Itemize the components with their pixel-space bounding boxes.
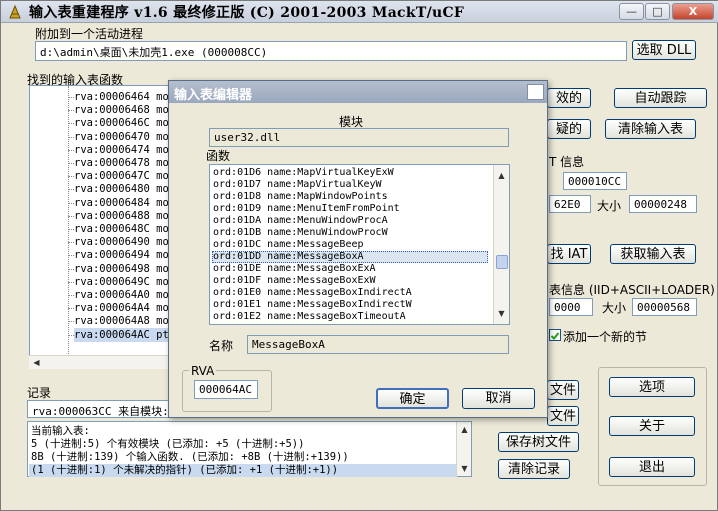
tree-row[interactable]: rva:00006464 mod [74, 90, 173, 104]
checkmark-icon [550, 332, 560, 340]
log-line: 当前输入表: [31, 425, 90, 437]
tree-row[interactable]: rva:000064AC ptr [74, 327, 173, 342]
show-valid-button[interactable]: 效的 [547, 88, 591, 108]
tree-row[interactable]: rva:00006484 mod [74, 196, 173, 210]
function-row[interactable]: ord:01DB name:MenuWindowProcW [213, 227, 388, 239]
dialog-title-bar[interactable]: 输入表编辑器 [169, 81, 547, 103]
auto-trace-button[interactable]: 自动跟踪 [614, 88, 707, 108]
process-combobox[interactable]: d:\admin\桌面\未加壳1.exe (000008CC) [35, 41, 627, 61]
load-tree-button[interactable]: 文件 [547, 380, 579, 400]
log-scrollbar[interactable]: ▲ ▼ [456, 422, 471, 476]
function-row[interactable]: ord:01D6 name:MapVirtualKeyExW [213, 167, 394, 179]
scroll-down-icon[interactable]: ▼ [457, 461, 472, 476]
tree-row[interactable]: rva:000064A4 mod [74, 301, 173, 315]
app-icon [9, 4, 21, 19]
title-bar[interactable]: 输入表重建程序 v1.6 最终修正版 (C) 2001-2003 MackT/u… [1, 1, 718, 23]
functions-scrollbar[interactable]: ▲ ▼ [493, 165, 509, 324]
maximize-button[interactable]: □ [645, 3, 670, 20]
add-section-checkbox[interactable] [549, 329, 561, 341]
tree-row[interactable]: rva:00006474 mod [74, 143, 173, 157]
save-tree-file-partial-button[interactable]: 文件 [547, 406, 579, 426]
tree-row[interactable]: rva:00006478 mod [74, 156, 173, 170]
function-row[interactable]: ord:01DF name:MessageBoxExW [213, 275, 376, 287]
iat-info-label: T 信息 [549, 155, 585, 169]
attach-process-label: 附加到一个活动进程 [35, 27, 144, 41]
iat-autosearch-button[interactable]: 找 IAT [547, 244, 591, 264]
function-row[interactable]: ord:01D8 name:MapWindowPoints [213, 191, 388, 203]
options-button[interactable]: 选项 [609, 377, 695, 397]
function-name-field[interactable]: MessageBoxA [247, 335, 509, 354]
new-import-size-field[interactable]: 00000568 [632, 298, 697, 316]
show-suspect-button[interactable]: 疑的 [547, 119, 591, 139]
scroll-up-icon[interactable]: ▲ [457, 422, 472, 437]
add-section-label: 添加一个新的节 [563, 330, 648, 344]
tree-row[interactable]: rva:000064A0 mod [74, 288, 173, 302]
log-line: (1 (十进制:1) 个未解决的指针) (已添加: +1 (十进制:+1)) [29, 464, 457, 477]
dialog-close-button[interactable] [527, 84, 544, 100]
log-line: 8B (十进制:139) 个输入函数. (已添加: +8B (十进制:+139)… [31, 451, 349, 463]
dialog-title: 输入表编辑器 [174, 88, 253, 103]
scroll-thumb[interactable] [496, 255, 508, 269]
new-import-size-label: 大小 [602, 301, 627, 315]
tree-row[interactable]: rva:000064A8 mod [74, 314, 173, 328]
module-field[interactable]: user32.dll [209, 128, 509, 147]
clear-log-button[interactable]: 清除记录 [498, 459, 570, 479]
functions-label: 函数 [206, 149, 231, 163]
function-row[interactable]: ord:01DE name:MessageBoxExA [213, 263, 376, 275]
import-editor-dialog: 输入表编辑器 模块 user32.dll 函数 ord:01D6 name:Ma… [168, 80, 548, 418]
tree-row[interactable]: rva:0000648C mod [74, 222, 173, 236]
function-row[interactable]: ord:01D9 name:MenuItemFromPoint [213, 203, 400, 215]
tree-hscrollbar[interactable]: ◀ [29, 355, 174, 369]
cancel-button[interactable]: 取消 [462, 388, 535, 409]
new-import-rva-field[interactable]: 0000 [549, 298, 593, 316]
close-button[interactable]: X [672, 3, 714, 20]
tree-row[interactable]: rva:0000646C mod [74, 116, 173, 130]
pick-dll-button[interactable]: 选取 DLL [632, 40, 696, 60]
scroll-up-icon[interactable]: ▲ [494, 168, 509, 183]
clear-imports-button[interactable]: 清除输入表 [605, 119, 696, 139]
tree-row[interactable]: rva:00006490 mod [74, 235, 173, 249]
minimize-button[interactable]: — [619, 3, 644, 20]
iat-size-label: 大小 [597, 199, 622, 213]
imports-tree[interactable]: rva:00006464 mod rva:00006468 mod rva:0000… [29, 85, 174, 369]
save-tree-button[interactable]: 保存树文件 [498, 432, 579, 452]
ok-button[interactable]: 确定 [376, 388, 449, 409]
tree-row[interactable]: rva:00006468 mod [74, 103, 173, 117]
oep-field[interactable]: 000010CC [563, 172, 627, 190]
log-line: 5 (十进制:5) 个有效模块 (已添加: +5 (十进制:+5)) [31, 438, 305, 450]
name-label: 名称 [209, 339, 234, 353]
rva-label: RVA [189, 364, 217, 378]
functions-list[interactable]: ord:01D6 name:MapVirtualKeyExW ord:01D7 n… [209, 164, 510, 325]
tree-row[interactable]: rva:00006488 mod [74, 209, 173, 223]
iat-size-field[interactable]: 00000248 [629, 195, 697, 213]
function-row[interactable]: ord:01DA name:MenuWindowProcA [213, 215, 388, 227]
scroll-left-icon[interactable]: ◀ [29, 355, 44, 370]
new-import-info-label: 表信息 (IID+ASCII+LOADER) [549, 283, 715, 297]
function-row[interactable]: ord:01E0 name:MessageBoxIndirectA [213, 287, 412, 299]
function-row[interactable]: ord:01DD name:MessageBoxA [212, 251, 488, 263]
exit-button[interactable]: 退出 [609, 457, 695, 477]
scroll-down-icon[interactable]: ▼ [494, 306, 509, 321]
function-row[interactable]: ord:01DC name:MessageBeep [213, 239, 364, 251]
function-row[interactable]: ord:01E2 name:MessageBoxTimeoutA [213, 311, 406, 323]
tree-row[interactable]: rva:0000647C mod [74, 169, 173, 183]
tree-row[interactable]: rva:00006494 mod [74, 248, 173, 262]
tree-connector [68, 86, 69, 368]
iat-rva-field[interactable]: 62E0 [549, 195, 591, 213]
function-row[interactable]: ord:01E1 name:MessageBoxIndirectW [213, 299, 412, 311]
tree-row[interactable]: rva:0000649C mod [74, 275, 173, 289]
tree-row[interactable]: rva:00006498 mod [74, 262, 173, 276]
log-first-line: rva:000063CC 来自模块:n [27, 400, 175, 418]
function-row[interactable]: ord:01D7 name:MapVirtualKeyW [213, 179, 382, 191]
window-title: 输入表重建程序 v1.6 最终修正版 (C) 2001-2003 MackT/u… [29, 5, 465, 21]
rva-field[interactable]: 000064AC [194, 380, 258, 399]
log-list[interactable]: 当前输入表: 5 (十进制:5) 个有效模块 (已添加: +5 (十进制:+5)… [27, 421, 472, 477]
get-imports-button[interactable]: 获取输入表 [610, 244, 696, 264]
tree-row[interactable]: rva:00006470 mod [74, 130, 173, 144]
tree-row[interactable]: rva:00006480 mod [74, 182, 173, 196]
about-button[interactable]: 关于 [609, 416, 695, 436]
log-label: 记录 [27, 386, 52, 400]
